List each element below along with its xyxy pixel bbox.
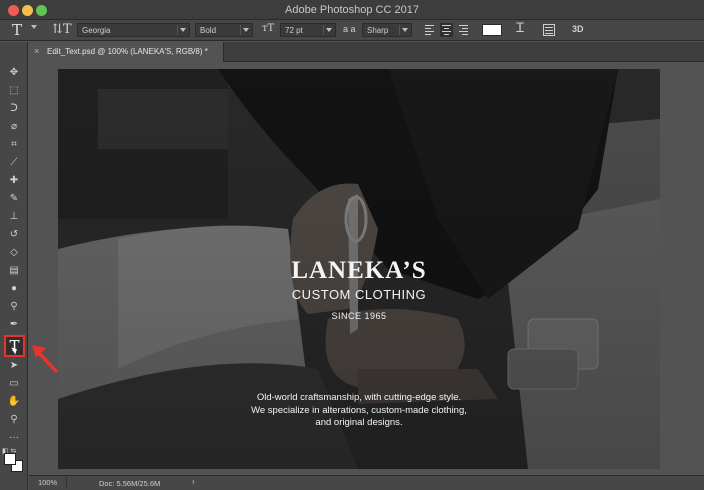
chevron-down-icon [180, 28, 186, 32]
font-family-value: Georgia [82, 26, 111, 35]
dodge-tool-icon[interactable]: ⚲ [6, 300, 22, 314]
crop-tool-icon[interactable]: ⌗ [6, 138, 22, 152]
font-family-select[interactable]: Georgia [77, 23, 190, 37]
tool-preset-dropdown-icon[interactable] [31, 25, 37, 29]
gradient-tool-icon[interactable]: ▤ [6, 264, 22, 278]
font-size-value: 72 pt [285, 26, 303, 35]
font-size-select[interactable]: 72 pt [280, 23, 336, 37]
document-tab-label: Edit_Text.psd @ 100% (LANEKA'S, RGB/8) * [47, 47, 208, 56]
rectangle-tool-icon[interactable]: ▭ [6, 377, 22, 391]
chevron-down-icon [243, 28, 249, 32]
align-center-button[interactable] [440, 23, 453, 37]
brand-since: SINCE 1965 [331, 311, 387, 321]
options-bar: T ⇅T Georgia Bold ᴛT 72 pt a a Sharp Ꮖ 3… [0, 20, 704, 41]
anti-alias-value: Sharp [367, 26, 389, 35]
align-left-button[interactable] [424, 23, 437, 37]
tool-preset-type-icon[interactable]: T [12, 21, 22, 39]
marquee-tool-icon[interactable]: ⬚ [6, 84, 22, 98]
brand-title: LANEKA’S [291, 257, 427, 284]
description-line: and original designs. [315, 417, 403, 428]
more-tools-icon[interactable]: ··· [6, 431, 22, 445]
quick-selection-tool-icon[interactable]: ⌀ [6, 120, 22, 134]
zoom-tool-icon[interactable]: ⚲ [6, 413, 22, 427]
status-bar: 100% Doc: 5.56M/25.6M › [29, 475, 704, 490]
annotation-arrow-icon [32, 345, 58, 373]
font-style-value: Bold [200, 26, 217, 35]
brand-tagline: CUSTOM CLOTHING [291, 287, 427, 302]
brush-tool-icon[interactable]: ✎ [6, 192, 22, 206]
hand-tool-icon[interactable]: ✋ [6, 395, 22, 409]
tools-panel: ✥ ⬚ ᑐ ⌀ ⌗ ⟋ ✚ ✎ ⊥ ↺ ◇ ▤ ● ⚲ ✒ T ➤ ▭ ✋ ⚲ … [0, 42, 28, 490]
warp-text-icon[interactable]: Ꮖ [516, 21, 525, 38]
title-bar: Adobe Photoshop CC 2017 [0, 0, 704, 20]
eyedropper-tool-icon[interactable]: ⟋ [6, 156, 22, 170]
color-swatches [4, 453, 26, 475]
anti-alias-select[interactable]: Sharp [362, 23, 412, 37]
font-size-icon: ᴛT [262, 23, 275, 34]
font-style-select[interactable]: Bold [195, 23, 253, 37]
document-tab[interactable]: × Edit_Text.psd @ 100% (LANEKA'S, RGB/8)… [29, 42, 224, 62]
zoom-level-field[interactable]: 100% [29, 477, 67, 489]
window-title: Adobe Photoshop CC 2017 [285, 4, 419, 16]
history-brush-tool-icon[interactable]: ↺ [6, 228, 22, 242]
anti-alias-icon: a a [343, 24, 356, 34]
document-tab-bar: × Edit_Text.psd @ 100% (LANEKA'S, RGB/8)… [29, 42, 704, 62]
text-orientation-icon[interactable]: ⇅T [52, 22, 72, 39]
lasso-tool-icon[interactable]: ᑐ [6, 102, 22, 116]
eraser-tool-icon[interactable]: ◇ [6, 246, 22, 260]
description-line: Old-world craftsmanship, with cutting-ed… [256, 392, 462, 403]
description-line: We specialize in alterations, custom-mad… [251, 404, 467, 416]
character-panels-icon[interactable] [543, 24, 555, 36]
chevron-down-icon [402, 28, 408, 32]
chevron-down-icon [326, 28, 332, 32]
3d-button[interactable]: 3D [572, 24, 584, 41]
blur-tool-icon[interactable]: ● [6, 282, 22, 296]
pen-tool-icon[interactable]: ✒ [6, 318, 22, 332]
move-tool-icon[interactable]: ✥ [6, 66, 22, 80]
text-color-swatch[interactable] [482, 24, 502, 36]
foreground-color-swatch[interactable] [4, 453, 16, 465]
path-selection-tool-icon[interactable]: ➤ [6, 359, 22, 373]
healing-brush-tool-icon[interactable]: ✚ [6, 174, 22, 188]
status-menu-arrow-icon[interactable]: › [192, 477, 195, 486]
brand-description: Old-world craftsmanship, with cutting-ed… [58, 392, 660, 430]
clone-stamp-tool-icon[interactable]: ⊥ [6, 210, 22, 224]
document-size-info: Doc: 5.56M/25.6M [99, 479, 161, 488]
document-canvas[interactable]: LANEKA’S CUSTOM CLOTHING SINCE 1965 Old-… [58, 69, 660, 469]
align-right-button[interactable] [456, 23, 469, 37]
close-tab-icon[interactable]: × [34, 46, 39, 56]
